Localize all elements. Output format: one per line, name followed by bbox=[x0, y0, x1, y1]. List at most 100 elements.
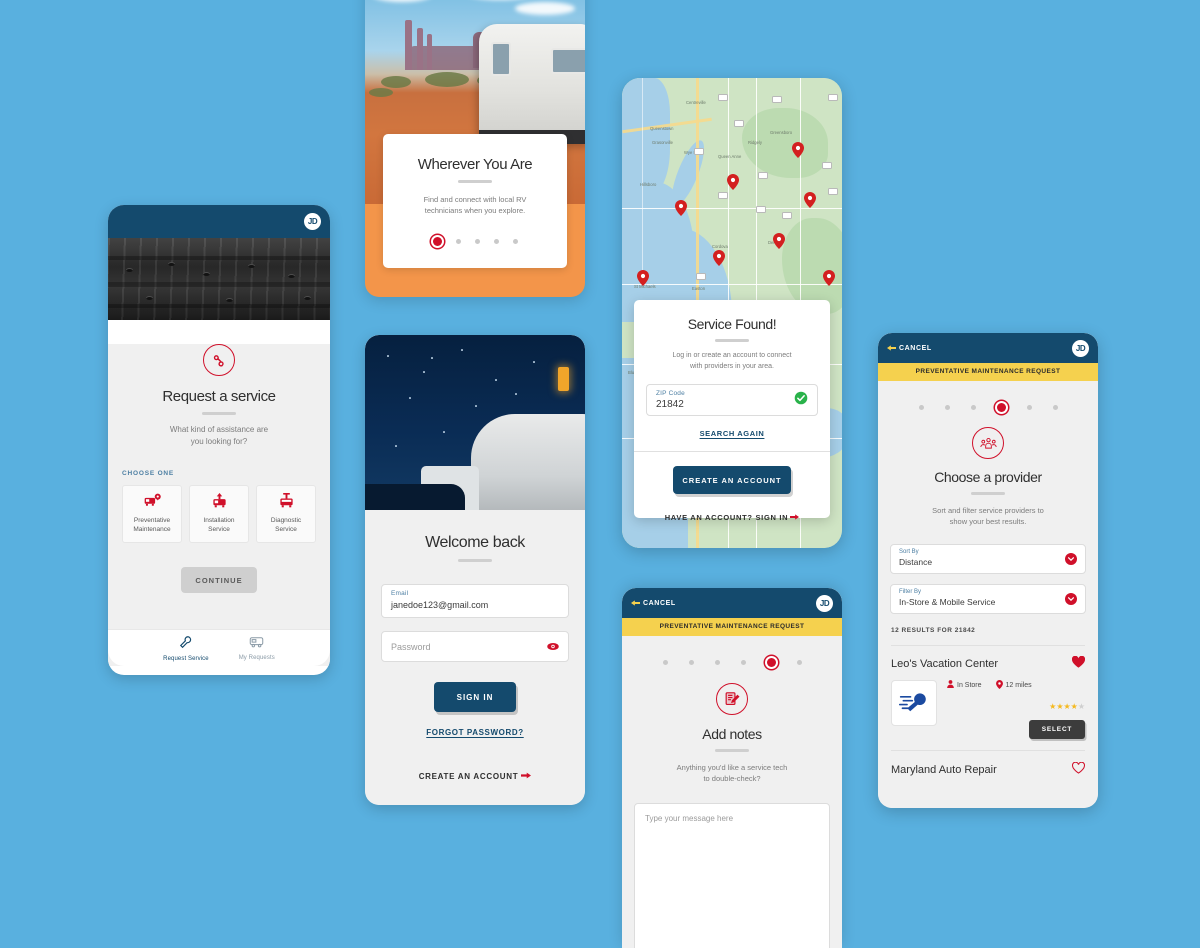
pagination-dot-4[interactable] bbox=[494, 239, 499, 244]
step-pagination[interactable] bbox=[878, 403, 1098, 412]
wrench-icon bbox=[179, 635, 193, 654]
wrench-circle-icon bbox=[203, 344, 235, 376]
service-option-diagnostic-service[interactable]: Diagnostic Service bbox=[256, 485, 316, 543]
filter-by-value: In-Store & Mobile Service bbox=[899, 597, 1077, 607]
pagination-dot-2[interactable] bbox=[456, 239, 461, 244]
map-pin[interactable] bbox=[727, 174, 739, 190]
avatar[interactable]: JD bbox=[816, 595, 833, 612]
provider-availability: In Store bbox=[947, 680, 982, 690]
avatar[interactable]: JD bbox=[304, 213, 321, 230]
have-account-sign-in-link[interactable]: HAVE AN ACCOUNT? SIGN IN bbox=[634, 508, 830, 526]
provider-name: Maryland Auto Repair bbox=[891, 764, 997, 776]
service-option-installation-service[interactable]: Installation Service bbox=[189, 485, 249, 543]
zip-code-field[interactable]: ZIP Code 21842 bbox=[646, 384, 818, 416]
step-dot-4[interactable] bbox=[741, 660, 746, 665]
distance-text: 12 miles bbox=[1006, 682, 1032, 689]
service-found-title: Service Found! bbox=[634, 300, 830, 332]
create-account-button[interactable]: CREATE AN ACCOUNT bbox=[673, 466, 791, 494]
favorite-heart-icon[interactable] bbox=[1072, 655, 1085, 673]
have-account-label: HAVE AN ACCOUNT? SIGN IN bbox=[665, 513, 789, 522]
app-header: JD bbox=[108, 205, 330, 238]
pagination-dot-5[interactable] bbox=[513, 239, 518, 244]
provider-row-maryland-auto-repair[interactable]: Maryland Auto Repair bbox=[878, 751, 1098, 779]
sign-in-body: Welcome back Email janedoe123@gmail.com … bbox=[365, 510, 585, 805]
map-pin[interactable] bbox=[804, 192, 816, 208]
cancel-label: CANCEL bbox=[643, 600, 676, 607]
request-type-banner: PREVENTATIVE MAINTENANCE REQUEST bbox=[622, 618, 842, 636]
email-field[interactable]: Email janedoe123@gmail.com bbox=[381, 584, 569, 618]
create-account-link[interactable]: CREATE AN ACCOUNT bbox=[365, 767, 585, 785]
search-again-link[interactable]: SEARCH AGAIN bbox=[634, 429, 830, 438]
check-circle-icon bbox=[794, 391, 808, 410]
star-icon: ★ bbox=[1071, 702, 1078, 711]
phone-add-notes: CANCEL JD PREVENTATIVE MAINTENANCE REQUE… bbox=[622, 588, 842, 948]
add-notes-body: Add notes Anything you'd like a service … bbox=[622, 636, 842, 948]
map-pin[interactable] bbox=[675, 200, 687, 216]
filter-by-select[interactable]: Filter By In-Store & Mobile Service bbox=[890, 584, 1086, 614]
chevron-down-icon[interactable] bbox=[1065, 553, 1077, 565]
person-icon bbox=[947, 680, 954, 690]
phone-onboarding: Wherever You Are Find and connect with l… bbox=[365, 0, 585, 297]
continue-button[interactable]: CONTINUE bbox=[181, 567, 257, 593]
pagination-dot-3[interactable] bbox=[475, 239, 480, 244]
step-pagination[interactable] bbox=[622, 658, 842, 667]
pagination-dot-1[interactable] bbox=[433, 237, 442, 246]
sort-by-value: Distance bbox=[899, 557, 1077, 567]
map-pin[interactable] bbox=[823, 270, 835, 286]
rv-vehicle bbox=[479, 24, 585, 144]
tab-request-service[interactable]: Request Service bbox=[163, 635, 209, 662]
sign-in-title: Welcome back bbox=[365, 510, 585, 552]
zip-label: ZIP Code bbox=[656, 390, 685, 397]
step-dot-2[interactable] bbox=[689, 660, 694, 665]
step-dot-5[interactable] bbox=[767, 658, 776, 667]
sort-by-select[interactable]: Sort By Distance bbox=[890, 544, 1086, 574]
eye-icon[interactable] bbox=[547, 638, 559, 656]
map-pin[interactable] bbox=[792, 142, 804, 158]
choose-provider-header: CANCEL JD bbox=[878, 333, 1098, 363]
phone-sign-in: Welcome back Email janedoe123@gmail.com … bbox=[365, 335, 585, 805]
zip-value: 21842 bbox=[656, 399, 685, 410]
onboarding-subtitle: Find and connect with local RV technicia… bbox=[383, 194, 567, 217]
email-label: Email bbox=[391, 590, 559, 597]
notes-textarea[interactable]: Type your message here bbox=[634, 803, 830, 948]
cancel-button[interactable]: CANCEL bbox=[631, 594, 676, 612]
map-pin-icon bbox=[996, 680, 1003, 691]
avatar[interactable]: JD bbox=[1072, 340, 1089, 357]
tire-hero-image bbox=[108, 238, 330, 320]
add-notes-title: Add notes bbox=[622, 726, 842, 742]
map-pin[interactable] bbox=[713, 250, 725, 266]
choose-provider-body: Choose a provider Sort and filter servic… bbox=[878, 381, 1098, 808]
add-notes-header: CANCEL JD bbox=[622, 588, 842, 618]
select-provider-button[interactable]: SELECT bbox=[1029, 720, 1085, 739]
password-field[interactable]: Password bbox=[381, 631, 569, 662]
cancel-button[interactable]: CANCEL bbox=[887, 339, 932, 357]
step-dot-1[interactable] bbox=[919, 405, 924, 410]
map-pin[interactable] bbox=[637, 270, 649, 286]
tab-my-requests[interactable]: My Requests bbox=[239, 635, 275, 661]
step-dot-4[interactable] bbox=[997, 403, 1006, 412]
night-rv-photo bbox=[365, 335, 585, 510]
step-dot-5[interactable] bbox=[1027, 405, 1032, 410]
step-dot-1[interactable] bbox=[663, 660, 668, 665]
chevron-down-icon[interactable] bbox=[1065, 593, 1077, 605]
onboarding-pagination[interactable] bbox=[383, 237, 567, 246]
arrow-left-icon bbox=[631, 594, 640, 612]
step-dot-3[interactable] bbox=[971, 405, 976, 410]
step-dot-6[interactable] bbox=[797, 660, 802, 665]
map-pin[interactable] bbox=[773, 233, 785, 249]
step-dot-2[interactable] bbox=[945, 405, 950, 410]
step-dot-6[interactable] bbox=[1053, 405, 1058, 410]
choose-provider-title: Choose a provider bbox=[878, 469, 1098, 485]
page-subtitle: What kind of assistance are you looking … bbox=[108, 424, 330, 448]
sign-in-button[interactable]: SIGN IN bbox=[434, 682, 516, 712]
service-option-preventative-maintenance[interactable]: Preventative Maintenance bbox=[122, 485, 182, 543]
phone-service-found: Centreville Greensboro Ridgely Queen Ann… bbox=[622, 78, 842, 548]
star-icon: ★ bbox=[1063, 702, 1070, 711]
title-rule bbox=[971, 492, 1005, 495]
step-dot-3[interactable] bbox=[715, 660, 720, 665]
onboarding-card: Wherever You Are Find and connect with l… bbox=[383, 134, 567, 268]
favorite-heart-outline-icon[interactable] bbox=[1072, 761, 1085, 779]
forgot-password-link[interactable]: FORGOT PASSWORD? bbox=[365, 728, 585, 737]
service-option-label: Diagnostic Service bbox=[271, 517, 301, 535]
provider-row-leos-vacation-center[interactable]: Leo's Vacation Center bbox=[878, 646, 1098, 739]
